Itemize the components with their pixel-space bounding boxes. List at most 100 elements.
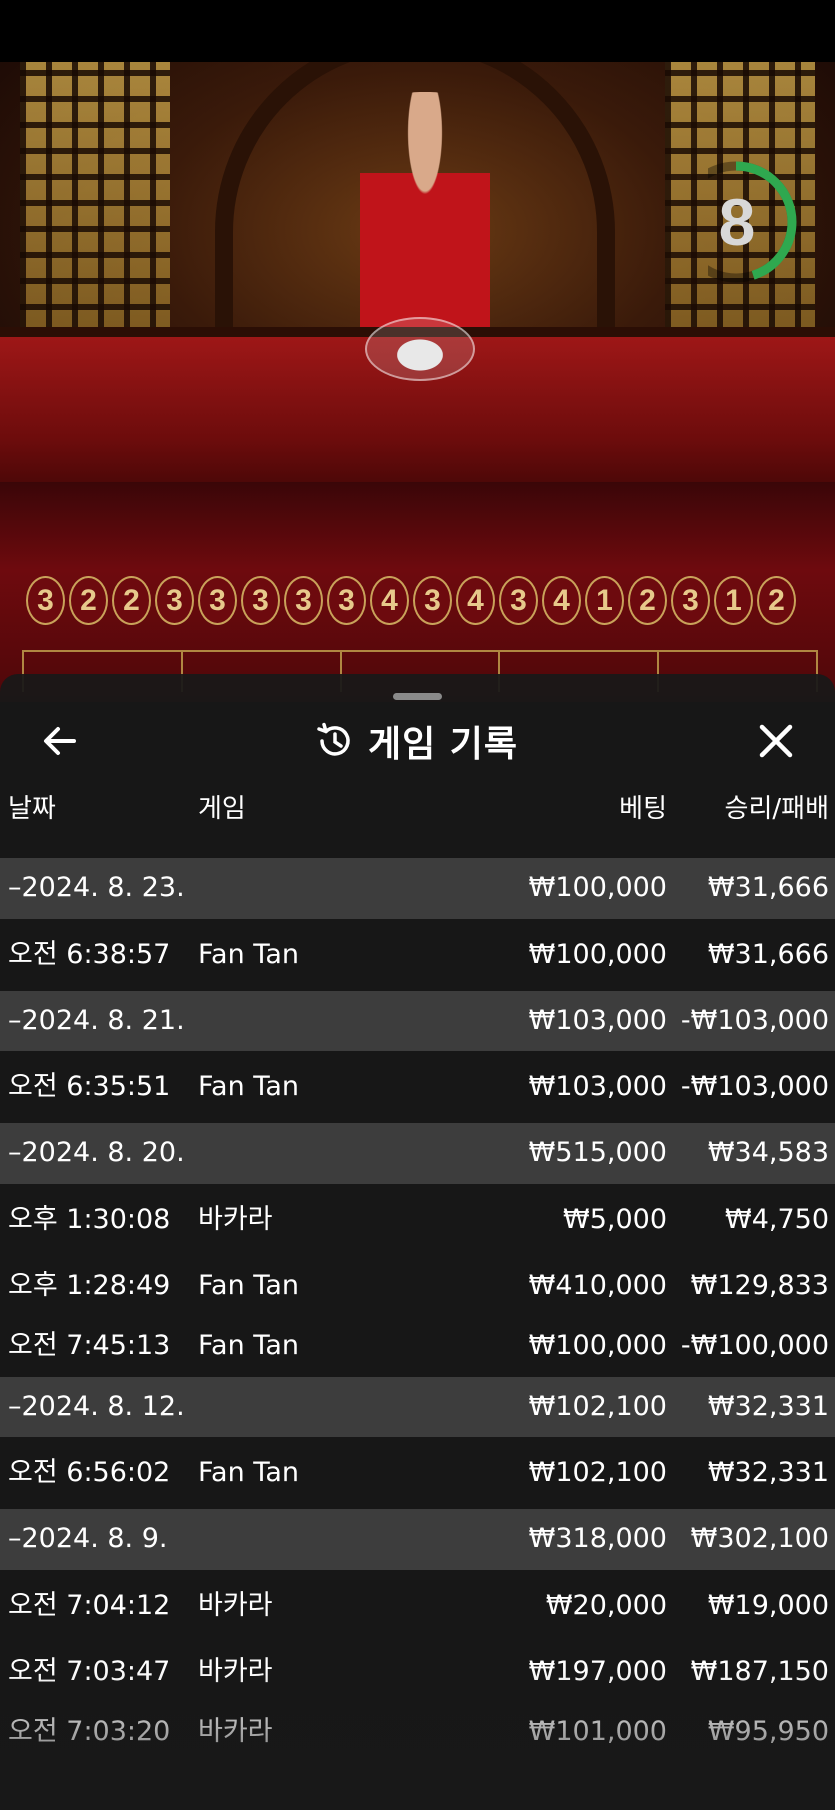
row-win-loss: ₩19,000: [707, 1589, 829, 1621]
row-time: 오전 6:56:02: [8, 1457, 171, 1488]
row-win-loss: -₩100,000: [680, 1330, 829, 1361]
group-win-loss-total: ₩32,331: [707, 1390, 829, 1422]
history-row[interactable]: 오전 6:38:57 Fan Tan ₩100,000 ₩31,666: [0, 919, 835, 991]
group-bet-total: ₩100,000: [528, 872, 667, 903]
row-win-loss: ₩32,331: [707, 1457, 829, 1488]
column-header-date: 날짜: [8, 794, 56, 824]
history-row[interactable]: 오전 6:56:02 Fan Tan ₩102,100 ₩32,331: [0, 1437, 835, 1509]
result-ball: 2: [628, 576, 667, 625]
column-header-bet: 베팅: [619, 794, 667, 824]
row-win-loss: ₩187,150: [690, 1655, 829, 1687]
row-bet: ₩100,000: [528, 938, 667, 970]
row-game: Fan Tan: [198, 938, 299, 970]
history-row[interactable]: 오전 7:45:13 Fan Tan ₩100,000 -₩100,000: [0, 1316, 835, 1377]
drag-handle[interactable]: [393, 693, 442, 700]
page-title: 게임 기록: [368, 724, 519, 765]
history-row[interactable]: 오후 1:28:49 Fan Tan ₩410,000 ₩129,833: [0, 1256, 835, 1317]
row-bet: ₩101,000: [528, 1716, 667, 1747]
history-row[interactable]: 오전 7:04:12 바카라 ₩20,000 ₩19,000: [0, 1570, 835, 1642]
countdown-number: 8: [718, 184, 756, 259]
group-win-loss-total: ₩302,100: [690, 1523, 829, 1554]
row-win-loss: ₩4,750: [725, 1203, 829, 1235]
result-ball: 3: [671, 576, 710, 625]
results-history: 322333334343412312: [26, 576, 800, 630]
row-bet: ₩197,000: [528, 1655, 667, 1687]
group-date: –2024. 8. 21.: [8, 1004, 185, 1036]
result-ball: 3: [155, 576, 194, 625]
row-game: Fan Tan: [198, 1071, 299, 1102]
row-time: 오전 7:03:20: [8, 1716, 171, 1747]
history-row[interactable]: 오전 7:03:47 바카라 ₩197,000 ₩187,150: [0, 1642, 835, 1703]
row-game: 바카라: [198, 1716, 273, 1747]
live-dealer-video: 8: [0, 62, 835, 482]
sheet-title: 게임 기록: [314, 717, 518, 765]
group-date: –2024. 8. 20.: [8, 1137, 185, 1168]
history-icon: [317, 722, 350, 756]
result-ball: 3: [198, 576, 237, 625]
history-row[interactable]: 오전 6:35:51 Fan Tan ₩103,000 -₩103,000: [0, 1051, 835, 1123]
row-win-loss: ₩95,950: [707, 1716, 829, 1747]
result-ball: 3: [499, 576, 538, 625]
back-button[interactable]: [38, 719, 82, 763]
row-bet: ₩410,000: [528, 1269, 667, 1301]
countdown-timer: 8: [708, 154, 804, 289]
result-ball: 3: [327, 576, 366, 625]
group-date: –2024. 8. 9.: [8, 1523, 168, 1554]
date-group-row[interactable]: –2024. 8. 21. ₩103,000 -₩103,000: [0, 990, 835, 1051]
group-bet-total: ₩102,100: [528, 1390, 667, 1422]
row-game: 바카라: [198, 1589, 273, 1621]
column-header-win-loss: 승리/패배: [724, 794, 829, 824]
game-screen: 8 322333334343412312 게임 기록 날짜 게임 베팅 승리/패…: [0, 0, 835, 1810]
group-win-loss-total: ₩34,583: [707, 1137, 829, 1168]
result-ball: 4: [456, 576, 495, 625]
result-ball: 3: [26, 576, 65, 625]
row-bet: ₩20,000: [545, 1589, 667, 1621]
row-time: 오전 7:03:47: [8, 1655, 171, 1687]
result-ball: 2: [112, 576, 151, 625]
group-bet-total: ₩515,000: [528, 1137, 667, 1168]
row-bet: ₩102,100: [528, 1457, 667, 1488]
row-win-loss: -₩103,000: [680, 1071, 829, 1102]
row-bet: ₩103,000: [528, 1071, 667, 1102]
row-time: 오후 1:28:49: [8, 1269, 171, 1301]
result-ball: 3: [284, 576, 323, 625]
row-game: Fan Tan: [198, 1457, 299, 1488]
close-icon: [759, 724, 793, 758]
close-button[interactable]: [754, 719, 798, 763]
date-group-row[interactable]: –2024. 8. 12. ₩102,100 ₩32,331: [0, 1376, 835, 1437]
result-ball: 4: [542, 576, 581, 625]
row-game: 바카라: [198, 1655, 273, 1687]
result-ball: 3: [413, 576, 452, 625]
group-bet-total: ₩318,000: [528, 1523, 667, 1554]
history-row[interactable]: 오후 1:30:08 바카라 ₩5,000 ₩4,750: [0, 1184, 835, 1256]
bead-bowl: [365, 317, 475, 381]
date-group-row[interactable]: –2024. 8. 20. ₩515,000 ₩34,583: [0, 1123, 835, 1184]
history-list: –2024. 8. 23. ₩100,000 ₩31,666 오전 6:38:57 Fa…: [0, 858, 835, 1763]
row-bet: ₩5,000: [563, 1203, 667, 1235]
decor-lattice-left: [20, 62, 170, 362]
group-win-loss-total: -₩103,000: [680, 1004, 829, 1036]
arrow-left-icon: [44, 727, 76, 755]
row-bet: ₩100,000: [528, 1330, 667, 1361]
result-ball: 3: [241, 576, 280, 625]
group-date: –2024. 8. 12.: [8, 1390, 185, 1422]
game-history-sheet: 게임 기록 날짜 게임 베팅 승리/패배 –2024. 8. 23. ₩100,0…: [0, 674, 835, 1810]
row-time: 오전 6:35:51: [8, 1071, 171, 1102]
date-group-row[interactable]: –2024. 8. 23. ₩100,000 ₩31,666: [0, 858, 835, 919]
table-header: 날짜 게임 베팅 승리/패배: [0, 784, 835, 834]
row-time: 오전 7:04:12: [8, 1589, 171, 1621]
result-ball: 1: [714, 576, 753, 625]
result-ball: 2: [757, 576, 796, 625]
row-win-loss: ₩129,833: [690, 1269, 829, 1301]
row-time: 오전 6:38:57: [8, 938, 171, 970]
row-win-loss: ₩31,666: [707, 938, 829, 970]
group-date: –2024. 8. 23.: [8, 872, 185, 903]
group-bet-total: ₩103,000: [528, 1004, 667, 1036]
column-header-game: 게임: [198, 794, 246, 824]
status-bar: [0, 0, 835, 62]
row-game: 바카라: [198, 1203, 273, 1235]
result-ball: 1: [585, 576, 624, 625]
history-row[interactable]: 오전 7:03:20 바카라 ₩101,000 ₩95,950: [0, 1702, 835, 1763]
row-time: 오후 1:30:08: [8, 1203, 171, 1235]
date-group-row[interactable]: –2024. 8. 9. ₩318,000 ₩302,100: [0, 1509, 835, 1570]
